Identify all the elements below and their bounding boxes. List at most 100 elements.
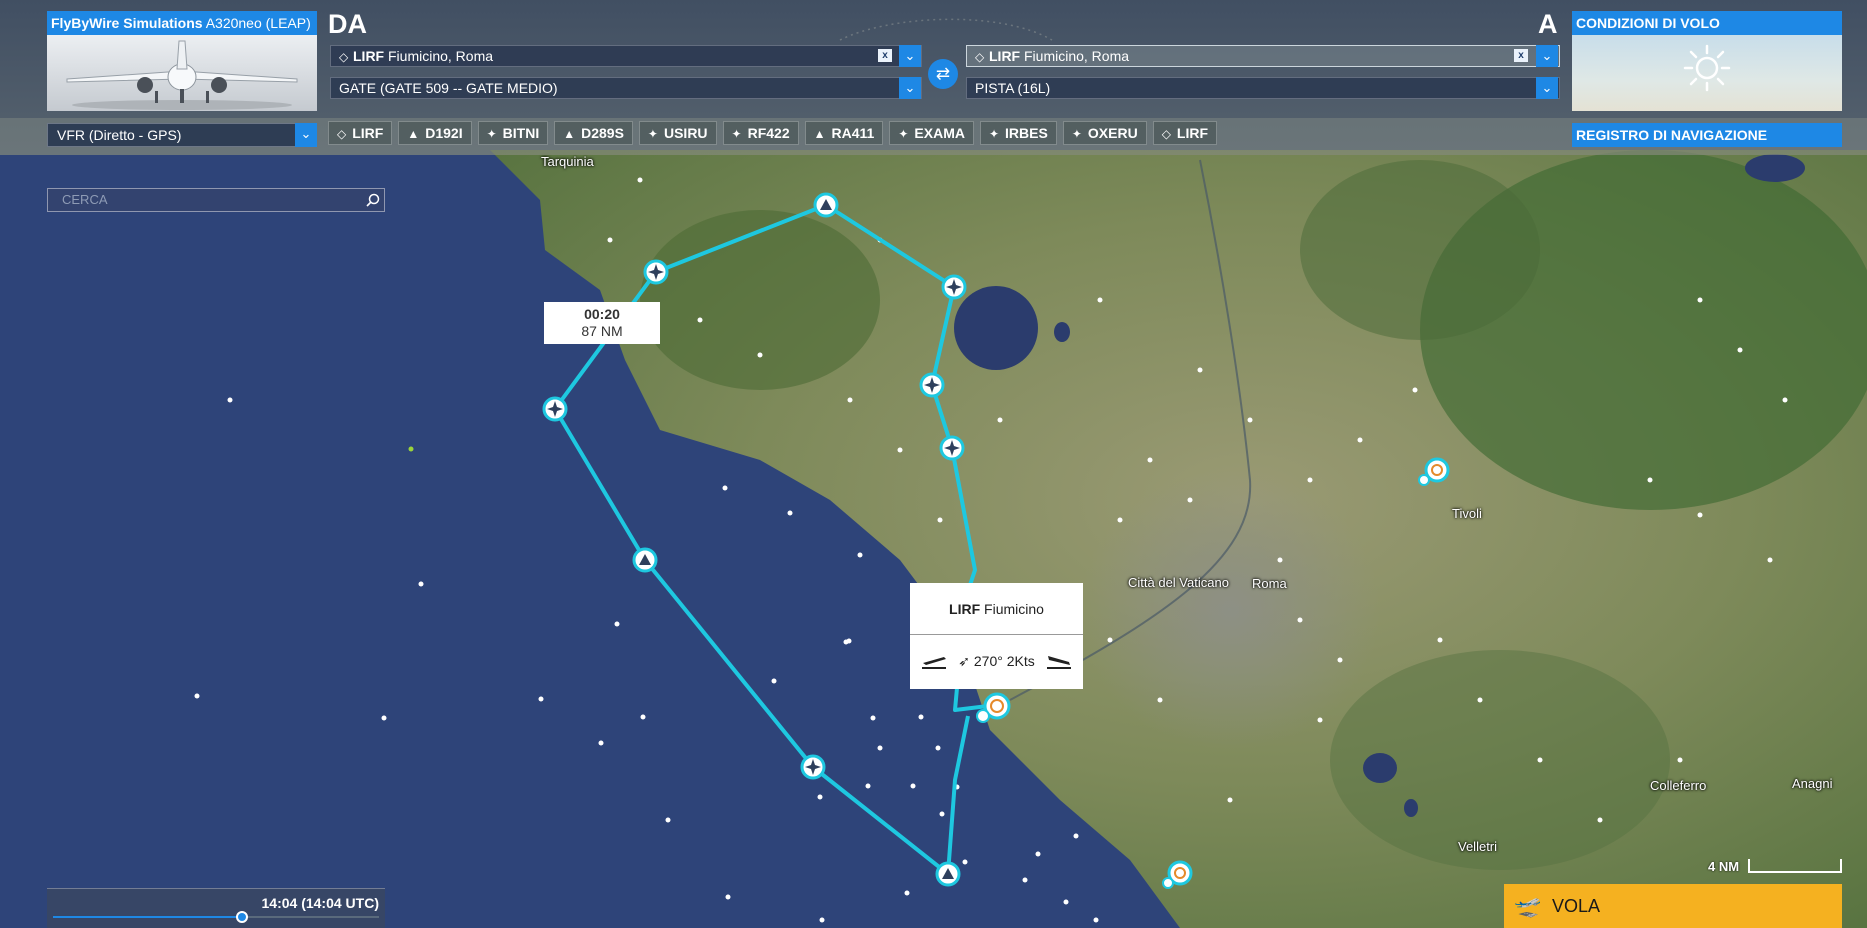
waypoint-chip-rf422[interactable]: ✦ RF422: [722, 121, 799, 145]
wind-value: 270° 2Kts: [973, 652, 1035, 669]
airport-popup-title: LIRF Fiumicino: [910, 583, 1083, 635]
star-icon: ✦: [647, 127, 658, 141]
lake-nemi: [1404, 799, 1418, 817]
landing-icon[interactable]: [1045, 652, 1073, 670]
airport-icon: ◇: [337, 127, 347, 141]
waypoint-chip-label: LIRF: [352, 125, 384, 141]
waypoint-marker-d192i[interactable]: [813, 192, 839, 218]
waypoint-marker-bitni[interactable]: [643, 259, 669, 285]
leg-info-tooltip: 00:20 87 NM: [544, 302, 660, 344]
arrival-runway-dropdown[interactable]: ⌄: [1536, 77, 1558, 99]
departure-gate-field[interactable]: GATE (GATE 509 -- GATE MEDIO): [330, 77, 922, 99]
fly-button[interactable]: 🛫 VOLA: [1504, 884, 1842, 928]
sun-icon: [1683, 44, 1731, 92]
chevron-down-icon: ⌄: [904, 80, 916, 95]
arrival-airport-dropdown[interactable]: ⌄: [1536, 45, 1558, 67]
departure-clear-button[interactable]: x: [878, 49, 892, 62]
flight-plan-type-select[interactable]: VFR (Diretto - GPS) ⌄: [47, 123, 317, 147]
waypoint-chip-exama[interactable]: ✦ EXAMA: [889, 121, 974, 145]
triangle-icon: ▲: [563, 127, 576, 141]
waypoint-marker-d289s[interactable]: [632, 547, 658, 573]
search-input[interactable]: CERCA: [47, 188, 385, 212]
waypoint-chip-d192i[interactable]: ▲ D192I: [398, 121, 472, 145]
wind-icon: ➶: [958, 652, 970, 669]
waypoint-chip-irbes[interactable]: ✦ IRBES: [979, 121, 1057, 145]
forest-area: [640, 210, 880, 390]
fly-button-label: VOLA: [1552, 896, 1601, 916]
map-label-velletri: Velletri: [1458, 839, 1498, 854]
takeoff-icon[interactable]: [920, 652, 948, 670]
navlog-button[interactable]: REGISTRO DI NAVIGAZIONE: [1572, 123, 1842, 147]
weather-title: CONDIZIONI DI VOLO: [1572, 11, 1842, 35]
waypoint-chip-d289s[interactable]: ▲ D289S: [554, 121, 633, 145]
waypoint-marker-oxeru[interactable]: [935, 861, 961, 887]
waypoint-chip-lirf[interactable]: ◇ LIRF: [328, 121, 393, 145]
arrival-clear-button[interactable]: x: [1514, 49, 1528, 62]
waypoint-chip-label: RA411: [831, 125, 875, 141]
star-icon: ✦: [988, 127, 1000, 141]
waypoint-marker-irbes[interactable]: [939, 435, 965, 461]
forest-area: [1300, 160, 1540, 340]
airport-popup-code: LIRF: [949, 601, 981, 617]
lake-north: [1745, 154, 1805, 182]
arrival-airport-field[interactable]: ◇ LIRF Fiumicino, Roma: [966, 45, 1560, 67]
departure-airport-field[interactable]: ◇ LIRF Fiumicino, Roma: [330, 45, 922, 67]
lake-martignano: [1054, 322, 1070, 342]
departure-gate-value: GATE (GATE 509 -- GATE MEDIO): [339, 80, 558, 96]
waypoint-list: ◇ LIRF ▲ D192I ✦ BITNI ▲ D289S ✦ USIRU ✦ RF422 ▲ RA41…: [328, 121, 1218, 145]
departure-airport-dropdown[interactable]: ⌄: [899, 45, 921, 67]
aircraft-card[interactable]: FlyByWire Simulations A320neo (LEAP): [47, 11, 317, 111]
waypoint-chip-label: USIRU: [663, 125, 708, 141]
waypoint-marker-usiru[interactable]: [542, 396, 568, 422]
waypoint-chip-usiru[interactable]: ✦ USIRU: [638, 121, 717, 145]
map-scale-bar: [1748, 859, 1842, 873]
map-scale-label: 4 NM: [1708, 859, 1740, 874]
chevron-down-icon: ⌄: [300, 126, 312, 141]
waypoint-marker-ra411[interactable]: [800, 754, 826, 780]
waypoint-chip-label: LIRF: [1176, 125, 1209, 141]
departure-airport-code: LIRF: [353, 48, 385, 64]
waypoint-chip-label: D192I: [425, 125, 463, 141]
star-icon: ✦: [731, 127, 742, 141]
takeoff-icon: 🛫: [1514, 893, 1542, 918]
search-placeholder: CERCA: [62, 192, 108, 207]
time-slider[interactable]: [53, 911, 379, 923]
waypoint-chip-label: OXERU: [1087, 125, 1138, 141]
chevron-down-icon: ⌄: [1541, 80, 1553, 95]
waypoint-chip-oxeru[interactable]: ✦ OXERU: [1062, 121, 1147, 145]
waypoint-chip-label: BITNI: [502, 125, 540, 141]
search-icon: [366, 193, 380, 207]
airport-icon: ◇: [975, 50, 985, 64]
waypoint-chip-lirf[interactable]: ◇ LIRF: [1152, 121, 1218, 145]
waypoint-chip-label: IRBES: [1005, 125, 1048, 141]
waypoint-chip-ra411[interactable]: ▲ RA411: [804, 121, 884, 145]
leg-time: 00:20: [584, 306, 620, 322]
map-scale: 4 NM: [1708, 857, 1842, 875]
departure-airport-name: Fiumicino, Roma: [388, 48, 494, 64]
airport-popup-name: Fiumicino: [984, 601, 1044, 617]
city-area-roma: [1080, 470, 1380, 750]
star-icon: ✦: [898, 127, 909, 141]
flight-plan-type-dropdown[interactable]: ⌄: [295, 123, 317, 147]
map-label-colleferro: Colleferro: [1650, 778, 1707, 793]
map-label-tarquinia: Tarquinia: [541, 154, 594, 169]
aircraft-image: [47, 35, 317, 111]
leg-distance: 87 NM: [581, 323, 623, 339]
airport-popup[interactable]: LIRF Fiumicino ➶ 270° 2Kts: [910, 583, 1083, 689]
star-icon: ✦: [1071, 127, 1082, 141]
world-map-screen: Tarquinia Città del Vaticano Roma Tivoli…: [0, 0, 1867, 928]
waypoint-marker-rf422[interactable]: [941, 274, 967, 300]
waypoint-chip-label: D289S: [581, 125, 624, 141]
arrival-runway-field[interactable]: PISTA (16L): [966, 77, 1560, 99]
weather-card[interactable]: CONDIZIONI DI VOLO: [1572, 11, 1842, 111]
chevron-down-icon: ⌄: [904, 48, 916, 63]
flight-plan-type-value: VFR (Diretto - GPS): [57, 127, 182, 143]
waypoint-marker-exama[interactable]: [919, 372, 945, 398]
waypoint-chip-bitni[interactable]: ✦ BITNI: [477, 121, 549, 145]
time-slider-handle[interactable]: [236, 911, 249, 923]
map-label-anagni: Anagni: [1792, 776, 1833, 791]
airport-icon: ◇: [339, 50, 349, 64]
departure-gate-dropdown[interactable]: ⌄: [899, 77, 921, 99]
swap-departure-arrival-button[interactable]: ⇄: [928, 59, 958, 89]
aircraft-brand: FlyByWire Simulations: [51, 15, 203, 31]
